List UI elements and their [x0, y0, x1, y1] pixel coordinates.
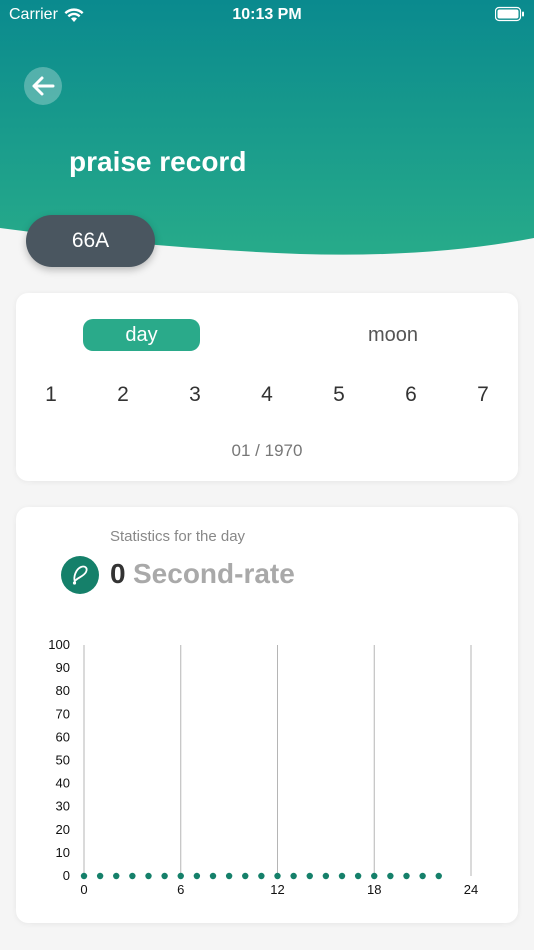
date-card: day moon 1 2 3 4 5 6 7 01 / 1970 — [16, 293, 518, 481]
stats-card: Statistics for the day 0 Second-rate 0 6 1… — [16, 507, 518, 923]
chart-point — [274, 872, 281, 880]
stats-count: 0 — [110, 558, 126, 589]
chart-point — [242, 872, 249, 880]
chart-point — [435, 872, 442, 880]
chart-y-tick-label: 0 — [63, 868, 70, 883]
code-pill[interactable]: 66A — [26, 215, 155, 267]
chart-y-tick-label: 60 — [56, 729, 70, 744]
day-item[interactable]: 3 — [189, 383, 201, 407]
page-title: praise record — [69, 146, 247, 177]
chart-y-tick-label: 70 — [56, 706, 70, 721]
stats-unit: Second-rate — [133, 558, 295, 589]
tab-day[interactable]: day — [83, 319, 200, 351]
chart-point — [161, 872, 168, 880]
chart-point — [322, 872, 330, 880]
chart-y-tick-label: 50 — [56, 753, 70, 768]
chart-point — [209, 872, 217, 880]
chart-point — [113, 872, 120, 880]
chart-point — [129, 872, 136, 880]
day-item[interactable]: 7 — [477, 383, 489, 407]
status-bar: Carrier 10:13 PM — [0, 0, 534, 30]
stats-chart: 0 6 12 18 24 0 10 20 30 40 50 60 70 80 90 100 — [48, 637, 478, 897]
day-item[interactable]: 4 — [261, 383, 273, 407]
chart-point — [338, 872, 346, 880]
chart-y-tick-label: 100 — [48, 637, 70, 652]
chart-point — [371, 872, 378, 880]
chart-point — [145, 872, 152, 880]
back-button[interactable] — [24, 67, 62, 105]
stats-caption: Statistics for the day — [110, 528, 246, 545]
status-time: 10:13 PM — [232, 6, 302, 23]
chart-x-tick-label: 6 — [177, 882, 184, 897]
month-label[interactable]: 01 / 1970 — [16, 441, 518, 461]
chart-point — [306, 872, 313, 880]
arrow-left-icon — [32, 76, 55, 96]
chart-x-tick-label: 24 — [464, 882, 478, 897]
chart-y-tick-label: 10 — [56, 845, 70, 860]
chart-x-tick-label: 12 — [270, 882, 284, 897]
chart-point — [290, 872, 297, 880]
chart-y-tick-label: 90 — [56, 660, 70, 675]
day-item[interactable]: 5 — [333, 383, 345, 407]
chart-point — [177, 872, 184, 880]
chart-point — [96, 872, 104, 880]
chart-point — [225, 872, 233, 880]
chart-y-tick-label: 40 — [56, 776, 70, 791]
chart-point — [387, 872, 394, 880]
chart-x-tick-label: 18 — [367, 882, 381, 897]
chart-y-tick-label: 80 — [56, 683, 70, 698]
chart-point — [80, 872, 88, 880]
prayer-beads-icon — [61, 556, 99, 594]
chart-x-tick-label: 0 — [80, 882, 87, 897]
day-item[interactable]: 2 — [117, 383, 129, 407]
chart-point — [403, 872, 410, 880]
chart-y-tick-label: 20 — [56, 822, 70, 837]
day-item[interactable]: 6 — [405, 383, 417, 407]
battery-icon — [495, 6, 524, 22]
chart-point — [258, 872, 265, 880]
chart-point — [419, 872, 426, 880]
day-item[interactable]: 1 — [45, 383, 57, 407]
chart-y-tick-label: 30 — [56, 799, 70, 814]
tab-moon[interactable]: moon — [334, 319, 452, 351]
chart-point — [193, 872, 201, 880]
chart-point — [354, 872, 362, 880]
